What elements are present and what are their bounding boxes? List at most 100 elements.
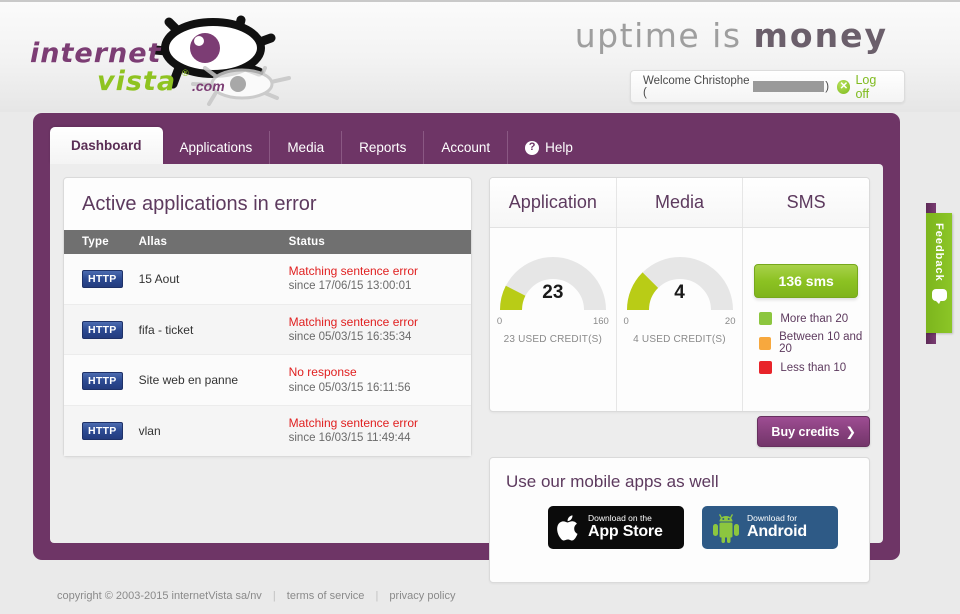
table-body: HTTP 15 Aout Matching sentence error sin… <box>64 254 471 456</box>
application-gauge-scale: 0 160 <box>497 316 609 327</box>
cell-alias: fifa - ticket <box>131 304 281 355</box>
buy-credits-wrapper: Buy credits ❯ <box>489 416 870 447</box>
site-header: internet vista ® .com uptime is money We… <box>0 0 960 112</box>
credits-header-row: Application Media SMS <box>490 178 869 228</box>
status-message: Matching sentence error <box>289 314 463 330</box>
welcome-bar: Welcome Christophe ( ) ✕ Log off <box>630 70 905 103</box>
active-errors-table: Type Allas Status HTTP 15 Aout Ma <box>64 230 471 456</box>
welcome-prefix: Welcome Christophe ( <box>643 75 752 99</box>
close-circle-icon[interactable]: ✕ <box>837 80 850 94</box>
logo-word-vista: vista <box>97 66 176 97</box>
question-mark-icon: ? <box>525 141 539 155</box>
feedback-button[interactable]: Feedback <box>926 213 952 333</box>
tab-media-label: Media <box>287 140 324 155</box>
tab-media[interactable]: Media <box>270 131 342 164</box>
cell-status: Matching sentence error since 17/06/15 1… <box>281 254 471 304</box>
mobile-apps-title: Use our mobile apps as well <box>490 458 869 492</box>
protocol-badge: HTTP <box>82 422 123 440</box>
feedback-tab[interactable]: Feedback <box>924 207 960 340</box>
page-root: internet vista ® .com uptime is money We… <box>0 0 960 614</box>
redacted-email <box>753 81 824 92</box>
column-header-type: Type <box>64 230 131 254</box>
sms-credits-column: 136 sms More than 20 Between 10 and 20 <box>743 228 869 412</box>
status-message: Matching sentence error <box>289 415 463 431</box>
logoff-link[interactable]: Log off <box>855 73 892 101</box>
cell-type: HTTP <box>64 355 131 406</box>
legend-swatch-green <box>759 312 772 325</box>
tab-account[interactable]: Account <box>424 131 508 164</box>
apple-logo-icon <box>557 513 582 543</box>
app-store-big-text: App Store <box>588 524 663 541</box>
footer-privacy-link[interactable]: privacy policy <box>389 590 455 602</box>
table-row[interactable]: HTTP 15 Aout Matching sentence error sin… <box>64 254 471 304</box>
tab-reports[interactable]: Reports <box>342 131 424 164</box>
application-gauge: 23 <box>499 252 607 314</box>
protocol-badge: HTTP <box>82 321 123 339</box>
column-header-status: Status <box>281 230 471 254</box>
cell-alias: vlan <box>131 406 281 456</box>
cell-status: Matching sentence error since 05/03/15 1… <box>281 304 471 355</box>
credits-card: Application Media SMS 23 <box>489 177 870 412</box>
sms-balance-button[interactable]: 136 sms <box>754 264 858 298</box>
tab-dashboard-label: Dashboard <box>71 138 142 153</box>
feedback-label: Feedback <box>933 223 945 282</box>
application-credits-caption: 23 USED CREDIT(S) <box>490 334 616 345</box>
application-gauge-max: 160 <box>593 316 609 327</box>
legend-item: Between 10 and 20 <box>759 331 869 355</box>
android-store-badge[interactable]: Download for Android <box>702 506 838 549</box>
cell-alias: 15 Aout <box>131 254 281 304</box>
status-since: since 16/03/15 11:49:44 <box>289 431 463 447</box>
legend-label-between-10-and-20: Between 10 and 20 <box>779 331 869 355</box>
column-header-alias: Allas <box>131 230 281 254</box>
table-row[interactable]: HTTP Site web en panne No response since… <box>64 355 471 406</box>
legend-swatch-orange <box>759 337 771 350</box>
legend-swatch-red <box>759 361 772 374</box>
tagline: uptime is money <box>575 16 888 55</box>
tagline-light: uptime is <box>575 16 742 55</box>
tab-applications-label: Applications <box>180 140 253 155</box>
tab-dashboard[interactable]: Dashboard <box>50 127 163 164</box>
tab-reports-label: Reports <box>359 140 406 155</box>
status-message: No response <box>289 364 463 380</box>
active-errors-title: Active applications in error <box>64 178 471 230</box>
cell-type: HTTP <box>64 254 131 304</box>
media-gauge-value: 4 <box>626 282 734 304</box>
media-gauge-min: 0 <box>624 316 629 327</box>
active-errors-card: Active applications in error Type Allas … <box>63 177 472 457</box>
internetvista-logo[interactable]: internet vista ® .com <box>25 10 295 102</box>
main-navigation-tabs: Dashboard Applications Media Reports Acc… <box>50 127 590 164</box>
chevron-right-icon: ❯ <box>846 425 856 439</box>
legend-item: Less than 10 <box>759 361 869 374</box>
tab-help[interactable]: ? Help <box>508 131 590 164</box>
cell-type: HTTP <box>64 406 131 456</box>
table-header: Type Allas Status <box>64 230 471 254</box>
site-footer: copyright © 2003-2015 internetVista sa/n… <box>0 590 960 602</box>
credits-header-sms: SMS <box>743 178 869 227</box>
footer-terms-link[interactable]: terms of service <box>287 590 365 602</box>
tab-help-label: Help <box>545 140 573 155</box>
cell-status: No response since 05/03/15 16:11:56 <box>281 355 471 406</box>
app-store-badge[interactable]: Download on the App Store <box>548 506 684 549</box>
status-since: since 05/03/15 16:35:34 <box>289 330 463 346</box>
footer-separator: | <box>376 590 379 602</box>
buy-credits-button[interactable]: Buy credits ❯ <box>757 416 870 447</box>
speech-bubble-icon <box>932 289 947 301</box>
android-robot-icon <box>711 512 741 544</box>
table-row[interactable]: HTTP fifa - ticket Matching sentence err… <box>64 304 471 355</box>
buy-credits-label: Buy credits <box>771 425 839 439</box>
android-big-text: Android <box>747 524 807 541</box>
status-message: Matching sentence error <box>289 263 463 279</box>
cell-status: Matching sentence error since 16/03/15 1… <box>281 406 471 456</box>
protocol-badge: HTTP <box>82 372 123 390</box>
legend-label-less-than-10: Less than 10 <box>780 362 846 374</box>
cell-type: HTTP <box>64 304 131 355</box>
media-credits-caption: 4 USED CREDIT(S) <box>617 334 743 345</box>
tagline-bold: money <box>754 16 888 55</box>
tab-applications[interactable]: Applications <box>163 131 271 164</box>
table-row[interactable]: HTTP vlan Matching sentence error since … <box>64 406 471 456</box>
application-gauge-value: 23 <box>499 282 607 304</box>
credits-body: 23 0 160 23 USED CREDIT(S) <box>490 228 869 412</box>
credits-header-media: Media <box>617 178 744 227</box>
credits-header-application: Application <box>490 178 617 227</box>
tab-account-label: Account <box>441 140 490 155</box>
